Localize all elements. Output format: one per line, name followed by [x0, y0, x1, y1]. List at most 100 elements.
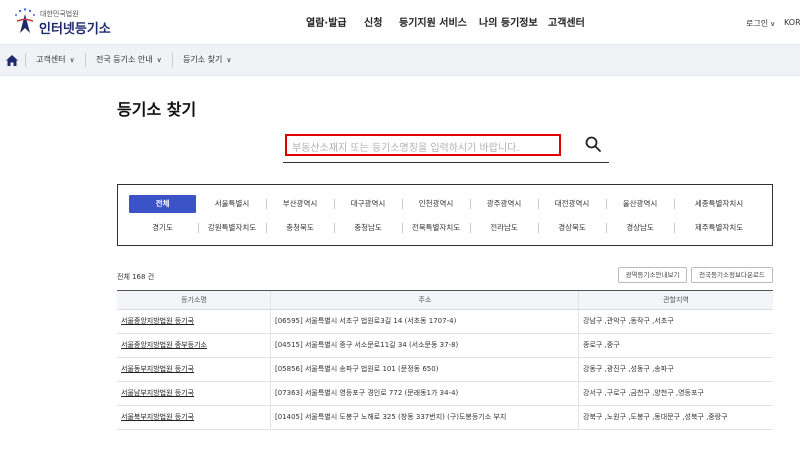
- office-name-link[interactable]: 서울중앙지방법원 등기국: [121, 310, 269, 334]
- region-gyeongbuk[interactable]: 경상북도: [542, 219, 602, 237]
- regional-office-guide-button[interactable]: 광역등기소안내보기: [618, 267, 687, 283]
- nav-my-registry[interactable]: 나의 등기정보: [479, 14, 538, 29]
- breadcrumb-registry-guide[interactable]: 전국 등기소 안내 ∨: [96, 54, 162, 65]
- region-daegu[interactable]: 대구광역시: [338, 195, 398, 213]
- column-divider: [270, 358, 271, 381]
- breadcrumb: 고객센터 ∨ 전국 등기소 안내 ∨ 등기소 찾기 ∨: [0, 44, 800, 76]
- region-all[interactable]: 전체: [129, 195, 196, 213]
- breadcrumb-divider: [25, 53, 26, 67]
- region-incheon[interactable]: 인천광역시: [406, 195, 466, 213]
- region-gyeonggi[interactable]: 경기도: [129, 219, 196, 237]
- office-address: [06595] 서울특별시 서초구 법원로3길 14 (서초동 1707-4): [275, 317, 457, 325]
- column-divider: [270, 406, 271, 429]
- page-title: 등기소 찾기: [117, 100, 197, 119]
- court-emblem-icon: [15, 8, 35, 33]
- office-name-link[interactable]: 서울동부지방법원 등기국: [121, 358, 269, 382]
- breadcrumb-label: 전국 등기소 안내: [96, 55, 153, 64]
- breadcrumb-divider: [172, 53, 173, 67]
- breadcrumb-divider: [85, 53, 86, 67]
- table-row: 서울중앙지방법원 중부등기소 [04515] 서울특별시 중구 서소문로11길 …: [117, 334, 773, 358]
- region-divider: [606, 199, 607, 209]
- chevron-down-icon: ∨: [770, 20, 776, 28]
- nav-view-issue[interactable]: 열람·발급: [306, 14, 347, 29]
- search-field-highlight: [285, 134, 561, 158]
- office-jurisdiction: 종로구 ,중구: [583, 341, 620, 349]
- column-divider: [270, 291, 271, 309]
- site-header: 대한민국법원 인터넷등기소 열람·발급 신청 등기지원 서비스 나의 등기정보 …: [0, 0, 800, 44]
- nav-support-service[interactable]: 등기지원 서비스: [399, 14, 467, 29]
- office-address: [01405] 서울특별시 도봉구 노해로 325 (창동 337번지) (구)…: [275, 413, 507, 421]
- region-divider: [538, 223, 539, 233]
- column-divider: [578, 291, 579, 309]
- chevron-down-icon: ∨: [69, 56, 75, 64]
- region-divider: [470, 199, 471, 209]
- region-jeonnam[interactable]: 전라남도: [474, 219, 534, 237]
- table-row: 서울북부지방법원 등기국 [01405] 서울특별시 도봉구 노해로 325 (…: [117, 406, 773, 430]
- column-divider: [270, 310, 271, 333]
- region-divider: [538, 199, 539, 209]
- breadcrumb-label: 고객센터: [36, 55, 66, 64]
- site-logo[interactable]: 대한민국법원 인터넷등기소: [12, 7, 112, 37]
- column-header-jurisdiction: 관할지역: [663, 296, 689, 304]
- column-header-name: 등기소명: [181, 296, 207, 304]
- language-selector[interactable]: KOR: [784, 18, 800, 27]
- region-divider: [674, 223, 675, 233]
- login-label: 로그인: [746, 19, 769, 28]
- region-divider: [334, 223, 335, 233]
- breadcrumb-find-registry[interactable]: 등기소 찾기 ∨: [183, 54, 231, 65]
- total-count: 전체 168 건: [117, 273, 155, 281]
- home-icon[interactable]: [5, 54, 19, 67]
- breadcrumb-customer-center[interactable]: 고객센터 ∨: [36, 54, 75, 65]
- region-daejeon[interactable]: 대전광역시: [542, 195, 602, 213]
- region-divider: [402, 199, 403, 209]
- office-jurisdiction: 강남구 ,관악구 ,동작구 ,서초구: [583, 317, 674, 325]
- region-divider: [334, 199, 335, 209]
- office-address: [07363] 서울특별시 영등포구 경인로 772 (문래동1가 34-4): [275, 389, 459, 397]
- region-gyeongnam[interactable]: 경상남도: [610, 219, 670, 237]
- login-menu[interactable]: 로그인 ∨: [746, 18, 775, 29]
- search-underline: [283, 162, 609, 163]
- office-jurisdiction: 강북구 ,노원구 ,도봉구 ,동대문구 ,성북구 ,중랑구: [583, 413, 728, 421]
- region-divider: [470, 223, 471, 233]
- region-ulsan[interactable]: 울산광역시: [610, 195, 670, 213]
- search-input[interactable]: [287, 139, 559, 158]
- column-divider: [270, 382, 271, 405]
- breadcrumb-label: 등기소 찾기: [183, 55, 223, 64]
- office-jurisdiction: 강서구 ,구로구 ,금천구 ,양천구 ,영등포구: [583, 389, 704, 397]
- region-divider: [674, 199, 675, 209]
- region-sejong[interactable]: 세종특별자치시: [678, 195, 760, 213]
- region-gangwon[interactable]: 강원특별자치도: [202, 219, 262, 237]
- region-chungbuk[interactable]: 충청북도: [270, 219, 330, 237]
- nav-customer-center[interactable]: 고객센터: [548, 14, 585, 29]
- table-row: 서울중앙지방법원 등기국 [06595] 서울특별시 서초구 법원로3길 14 …: [117, 310, 773, 334]
- office-name-link[interactable]: 서울북부지방법원 등기국: [121, 406, 269, 430]
- region-jeonbuk[interactable]: 전북특별자치도: [406, 219, 466, 237]
- column-divider: [578, 358, 579, 381]
- column-header-address: 주소: [418, 296, 432, 304]
- region-gwangju[interactable]: 광주광역시: [474, 195, 534, 213]
- region-divider: [402, 223, 403, 233]
- search-icon[interactable]: [585, 136, 601, 152]
- column-divider: [578, 334, 579, 357]
- chevron-down-icon: ∨: [156, 56, 162, 64]
- registry-office-table: 등기소명 주소 관할지역 서울중앙지방법원 등기국 [06595] 서울특별시 …: [117, 290, 773, 430]
- region-divider: [198, 223, 199, 233]
- column-divider: [270, 334, 271, 357]
- region-divider: [266, 199, 267, 209]
- column-divider: [578, 406, 579, 429]
- office-name-link[interactable]: 서울남부지방법원 등기국: [121, 382, 269, 406]
- table-row: 서울남부지방법원 등기국 [07363] 서울특별시 영등포구 경인로 772 …: [117, 382, 773, 406]
- nav-apply[interactable]: 신청: [364, 14, 382, 29]
- region-busan[interactable]: 부산광역시: [270, 195, 330, 213]
- download-office-info-button[interactable]: 전국등기소정보다운로드: [691, 267, 773, 283]
- column-divider: [578, 382, 579, 405]
- office-name-link[interactable]: 서울중앙지방법원 중부등기소: [121, 334, 269, 358]
- column-divider: [578, 310, 579, 333]
- region-chungnam[interactable]: 충청남도: [338, 219, 398, 237]
- logo-title: 인터넷등기소: [39, 22, 111, 37]
- table-row: 서울동부지방법원 등기국 [05856] 서울특별시 송파구 법원로 101 (…: [117, 358, 773, 382]
- region-seoul[interactable]: 서울특별시: [202, 195, 262, 213]
- region-jeju[interactable]: 제주특별자치도: [678, 219, 760, 237]
- table-header: 등기소명 주소 관할지역: [117, 290, 773, 310]
- region-divider: [266, 223, 267, 233]
